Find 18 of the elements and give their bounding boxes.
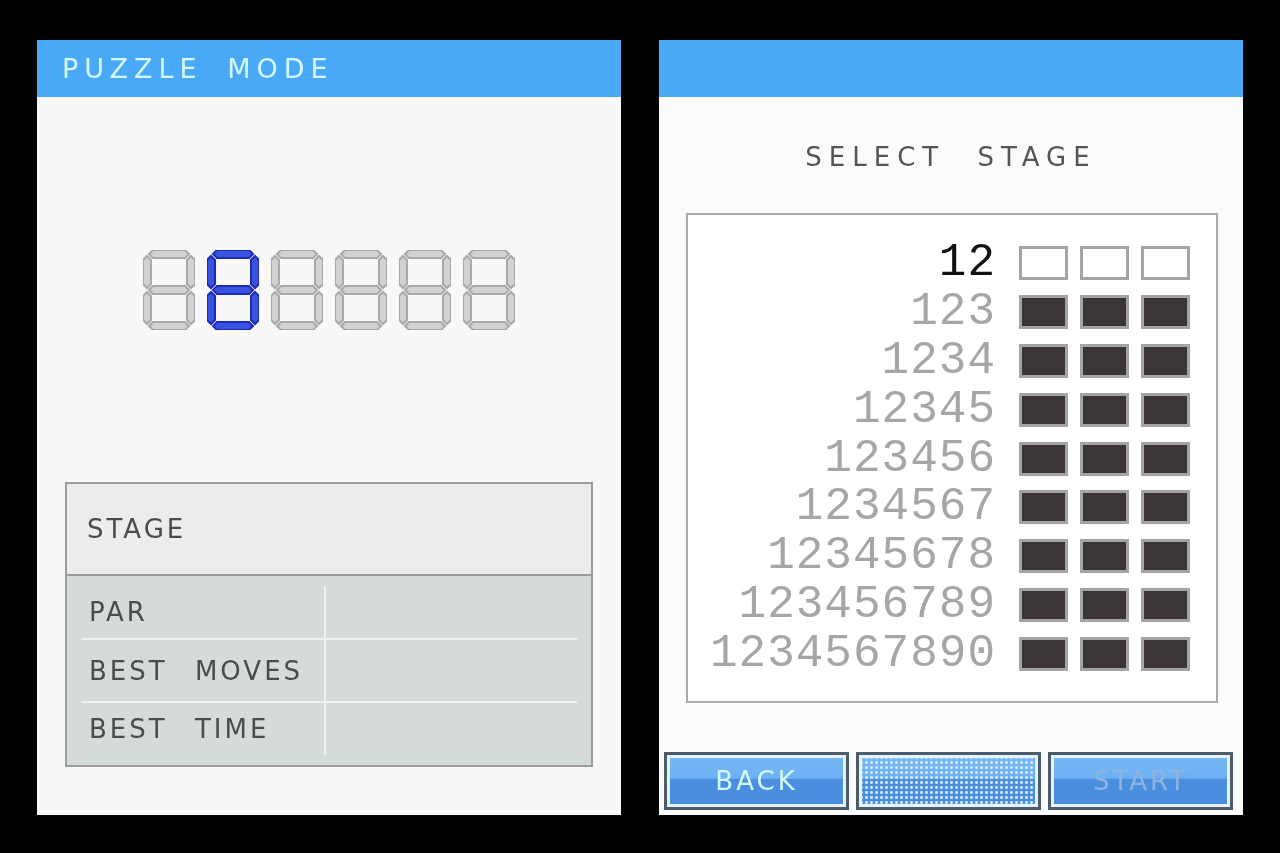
dotted-button[interactable]	[856, 752, 1041, 810]
stage-number[interactable]: 123456789	[738, 581, 996, 628]
stage-number[interactable]: 12	[938, 240, 996, 287]
row-label: BEST MOVES	[89, 655, 304, 686]
row-label: PAR	[89, 596, 148, 627]
screen-heading: SELECT STAGE	[804, 142, 1098, 172]
stage-number[interactable]: 123	[910, 289, 996, 336]
stage-number[interactable]: 12345678	[767, 533, 996, 580]
row-label: BEST TIME	[89, 714, 270, 745]
stage-number[interactable]: 1234	[881, 338, 996, 384]
stage-number[interactable]: 1234567	[795, 484, 996, 531]
segment-digit-icon[interactable]	[207, 250, 259, 330]
stage-number[interactable]: 12345	[852, 386, 996, 433]
back-button[interactable]: BACK	[664, 752, 849, 810]
stage-number[interactable]: 1234567890	[709, 630, 996, 677]
screen-title: PUZZLE MODE	[62, 52, 334, 85]
stage-number[interactable]: 123456	[824, 435, 996, 482]
table-header: STAGE	[87, 514, 187, 544]
